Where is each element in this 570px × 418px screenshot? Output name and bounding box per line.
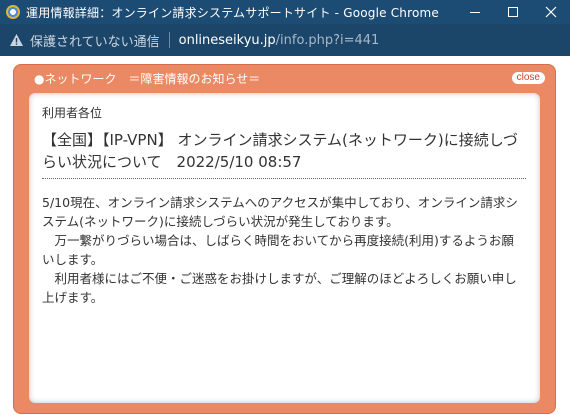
body-paragraph: 5/10現在、オンライン請求システムへのアクセスが集中しており、オンライン請求シ…: [42, 195, 518, 229]
addressee-text: 利用者各位: [42, 106, 103, 120]
address-bar[interactable]: 保護されていない通信 onlineseikyu.jp/info.php?i=44…: [0, 24, 570, 56]
notice-category-title: ●ネットワーク ＝障害情報のお知らせ＝: [34, 72, 261, 86]
address-divider: [168, 32, 170, 48]
close-window-button[interactable]: [532, 0, 570, 24]
window-title: 運用情報詳細：オンライン請求システムサポートサイト - Google Chrom…: [26, 5, 440, 20]
window-controls: [456, 0, 570, 24]
notice-body: 5/10現在、オンライン請求システムへのアクセスが集中しており、オンライン請求シ…: [42, 193, 526, 307]
maximize-icon: [508, 7, 518, 17]
notice-headline: 【全国】【IP-VPN】 オンライン請求システム(ネットワーク)に接続しづらい状…: [42, 129, 526, 179]
chrome-app-icon[interactable]: [6, 5, 20, 19]
warning-triangle-icon[interactable]: [8, 32, 24, 48]
body-paragraph: 万一繋がりづらい場合は、しばらく時間をおいてから再度接続(利用)するようお願いし…: [42, 233, 514, 267]
maximize-button[interactable]: [494, 0, 532, 24]
close-button[interactable]: close: [511, 72, 545, 84]
url-path[interactable]: /info.php?i=441: [276, 33, 380, 48]
security-status-text[interactable]: 保護されていない通信: [30, 31, 160, 50]
window-titlebar: 運用情報詳細：オンライン請求システムサポートサイト - Google Chrom…: [0, 0, 570, 24]
page-viewport: ●ネットワーク ＝障害情報のお知らせ＝ close 利用者各位 【全国】【IP-…: [0, 56, 570, 418]
notice-window: ●ネットワーク ＝障害情報のお知らせ＝ close 利用者各位 【全国】【IP-…: [13, 64, 556, 414]
notice-content-panel: 利用者各位 【全国】【IP-VPN】 オンライン請求システム(ネットワーク)に接…: [29, 93, 540, 403]
body-paragraph: 利用者様にはご不便・ご迷惑をお掛けしますが、ご理解のほどよろしくお願い申し上げま…: [42, 271, 517, 305]
close-icon: [545, 6, 557, 18]
minimize-button[interactable]: [456, 0, 494, 24]
notice-header: ●ネットワーク ＝障害情報のお知らせ＝ close: [14, 65, 555, 89]
url-host[interactable]: onlineseikyu.jp: [179, 33, 276, 48]
minimize-icon: [470, 12, 480, 13]
